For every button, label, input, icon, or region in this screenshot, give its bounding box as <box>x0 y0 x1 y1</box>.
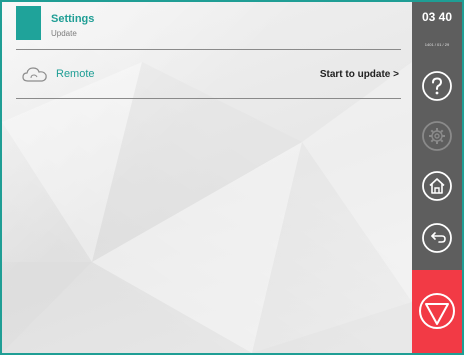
app-frame: Settings Update Remote Start to update >… <box>0 0 464 355</box>
background-pattern <box>2 62 412 353</box>
start-update-link[interactable]: Start to update > <box>320 69 399 80</box>
emergency-stop-button[interactable] <box>412 270 462 353</box>
row-divider <box>16 98 401 99</box>
back-button[interactable] <box>421 222 453 254</box>
clock-date: 1401 / 01 / 29 <box>424 42 450 47</box>
stop-icon <box>419 293 455 329</box>
header-divider <box>16 49 401 50</box>
cloud-icon <box>22 67 47 82</box>
home-button[interactable] <box>421 170 453 202</box>
sidebar: 03 40 1401 / 01 / 29 <box>412 2 462 353</box>
accent-bar <box>16 6 41 40</box>
remote-label: Remote <box>56 68 95 80</box>
page-title: Settings <box>51 13 95 25</box>
help-button[interactable] <box>421 70 453 102</box>
remote-update-row[interactable]: Remote Start to update > <box>16 60 401 92</box>
clock-time: 03 40 <box>421 10 453 24</box>
gear-button[interactable] <box>421 120 453 152</box>
main-panel: Settings Update Remote Start to update > <box>2 2 412 353</box>
page-subtitle: Update <box>51 29 77 38</box>
